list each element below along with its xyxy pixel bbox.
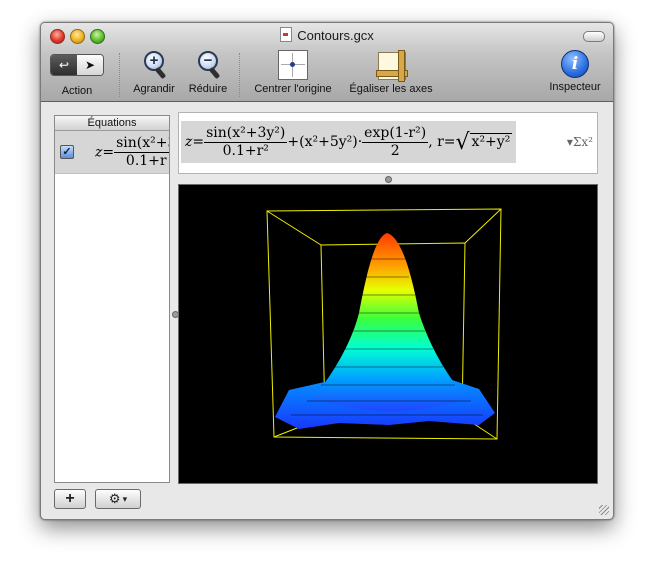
- zoom-out-icon: −: [195, 50, 221, 80]
- toolbar-toggle-button[interactable]: [583, 31, 605, 42]
- equalize-axes-button[interactable]: Égaliser les axes: [345, 50, 437, 95]
- gear-icon: ⚙: [108, 491, 121, 506]
- rotate-mode-icon[interactable]: ↩: [51, 55, 77, 75]
- center-origin-button[interactable]: Centrer l'origine: [247, 50, 339, 95]
- equation-preview: z=sin(x²+30.1+r: [95, 135, 169, 170]
- equalize-axes-icon: [376, 50, 408, 82]
- equation-visible-checkbox[interactable]: ✓: [60, 145, 74, 159]
- equation-display[interactable]: z= sin(x²+3y²) 0.1+r² +(x²+5y²)· exp(1-r²…: [181, 121, 517, 163]
- math-palette-button[interactable]: ▾Σx²: [567, 135, 593, 149]
- add-equation-button[interactable]: +: [54, 489, 86, 509]
- equation-list-item[interactable]: ✓ z=sin(x²+30.1+r: [55, 131, 169, 174]
- graph-view[interactable]: [178, 184, 598, 484]
- zoom-in-button[interactable]: + Agrandir: [127, 50, 181, 95]
- center-origin-label: Centrer l'origine: [254, 83, 332, 95]
- equalize-axes-label: Égaliser les axes: [349, 83, 433, 95]
- surface-plot[interactable]: [179, 185, 597, 483]
- equations-sidebar: Équations ✓ z=sin(x²+30.1+r: [54, 115, 170, 483]
- zoom-in-icon: +: [141, 50, 167, 80]
- plus-icon: +: [65, 490, 75, 507]
- title-toolbar: Contours.gcx ↩ ➤ Action + Agrandir − Réd…: [41, 23, 613, 102]
- resize-grip-icon[interactable]: [599, 505, 609, 515]
- toolbar-separator: [239, 53, 240, 97]
- horizontal-splitter-handle[interactable]: [385, 176, 392, 183]
- surface-peak: [311, 233, 469, 411]
- document-icon: [280, 27, 293, 42]
- chevron-down-icon: ▾: [122, 493, 128, 504]
- center-origin-icon: [278, 50, 308, 80]
- action-label: Action: [61, 85, 93, 97]
- toolbar-separator: [119, 53, 120, 97]
- equations-header[interactable]: Équations: [55, 116, 169, 131]
- equation-editor[interactable]: z= sin(x²+3y²) 0.1+r² +(x²+5y²)· exp(1-r²…: [178, 112, 598, 174]
- action-segmented-control[interactable]: ↩ ➤: [50, 54, 104, 76]
- actions-menu-button[interactable]: ⚙ ▾: [95, 489, 141, 509]
- inspector-button[interactable]: i Inspecteur: [543, 50, 607, 93]
- window-title: Contours.gcx: [41, 27, 613, 43]
- info-icon: i: [561, 50, 589, 78]
- action-tool[interactable]: ↩ ➤ Action: [49, 50, 105, 97]
- pointer-mode-icon[interactable]: ➤: [77, 55, 103, 75]
- zoom-in-label: Agrandir: [133, 83, 175, 95]
- inspector-label: Inspecteur: [549, 81, 601, 93]
- app-window: Contours.gcx ↩ ➤ Action + Agrandir − Réd…: [40, 22, 614, 520]
- zoom-out-label: Réduire: [188, 83, 228, 95]
- zoom-out-button[interactable]: − Réduire: [183, 50, 233, 95]
